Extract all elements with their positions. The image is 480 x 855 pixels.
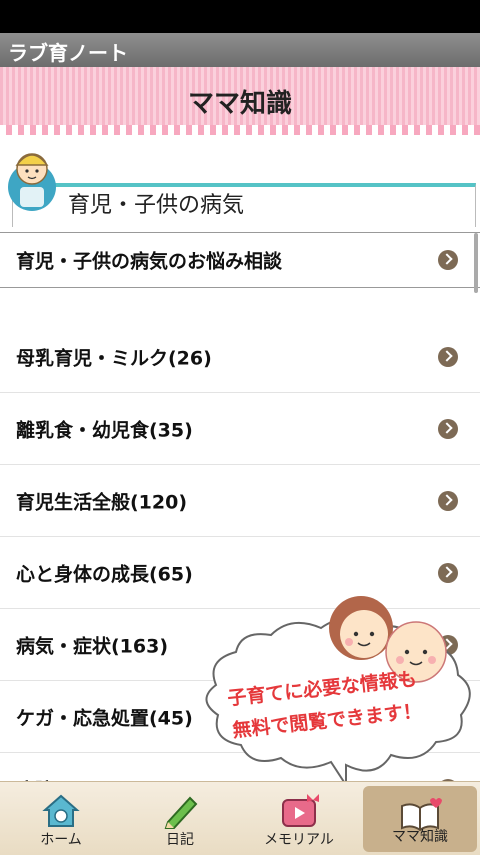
list-item-consultation[interactable]: 育児・子供の病気のお悩み相談 [0, 232, 480, 288]
list-item-label: 母乳育児・ミルク(26) [16, 347, 212, 369]
chevron-right-icon [438, 250, 458, 270]
tab-home[interactable]: ホーム [2, 782, 120, 855]
child-avatar-icon [8, 153, 56, 211]
list-gap [0, 288, 480, 321]
list-item-label: 育児・子供の病気のお悩み相談 [16, 250, 283, 273]
tab-label: ママ知識 [392, 829, 448, 845]
list-item-label: ケガ・応急処置(45) [16, 707, 193, 729]
chevron-right-icon [438, 346, 458, 367]
tab-memorial[interactable]: メモリアル [240, 782, 358, 855]
scrollbar[interactable] [474, 233, 478, 293]
tab-label: メモリアル [264, 832, 334, 848]
chevron-right-icon [438, 490, 458, 511]
app-title: ラブ育ノート [8, 41, 128, 65]
tab-diary[interactable]: 日記 [121, 782, 239, 855]
list-item-label: 育児生活全般(120) [16, 491, 188, 513]
chevron-right-icon [438, 418, 458, 439]
pencil-icon [164, 796, 198, 829]
video-icon [282, 794, 319, 827]
list-item[interactable]: 心と身体の成長(65) [0, 537, 480, 609]
status-bar [0, 0, 480, 33]
tab-mama-knowledge[interactable]: ママ知識 [363, 786, 477, 852]
home-icon [42, 794, 80, 827]
list-item[interactable]: 母乳育児・ミルク(26) [0, 321, 480, 393]
section-title: 育児・子供の病気 [68, 193, 245, 218]
list-item-label: 病気・症状(163) [16, 635, 169, 657]
list-item-label: 心と身体の成長(65) [16, 563, 193, 585]
chevron-right-icon [438, 634, 458, 655]
list-item-label: 離乳食・幼児食(35) [16, 419, 193, 441]
app-title-bar: ラブ育ノート [0, 33, 480, 68]
section-header: 育児・子供の病気 [0, 135, 480, 230]
bottom-tab-bar: ホーム 日記 メモリアル ママ知識 [0, 781, 480, 855]
chevron-right-icon [438, 562, 458, 583]
page-header: ママ知識 [0, 67, 480, 135]
header-trim [0, 125, 480, 135]
list-item[interactable]: 離乳食・幼児食(35) [0, 393, 480, 465]
tab-label: 日記 [166, 832, 194, 848]
tab-label: ホーム [40, 832, 82, 848]
page-title: ママ知識 [187, 89, 292, 119]
chevron-right-icon [438, 706, 458, 727]
list-item[interactable]: 育児生活全般(120) [0, 465, 480, 537]
